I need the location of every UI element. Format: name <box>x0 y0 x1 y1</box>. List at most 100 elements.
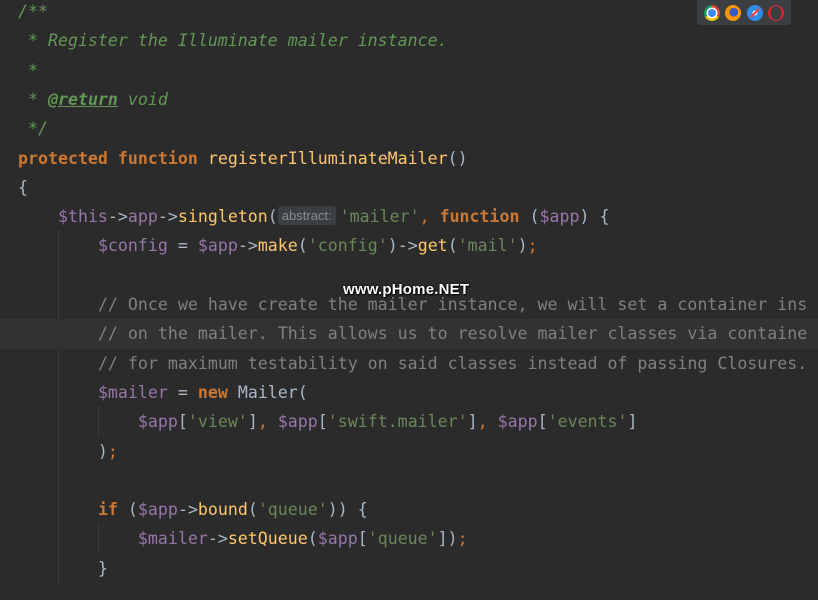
code-token: 'events' <box>547 412 628 432</box>
code-line[interactable]: { <box>0 173 818 202</box>
code-token: -> <box>237 236 258 256</box>
code-line[interactable]: $mailer = new Mailer( <box>0 378 818 407</box>
code-token: 'mailer' <box>339 207 420 227</box>
code-token: 'queue' <box>257 500 328 520</box>
browser-preview-bar <box>697 0 791 25</box>
code-token: } <box>18 558 108 578</box>
code-token: = <box>167 236 198 256</box>
code-token: ( <box>447 236 458 256</box>
opera-icon[interactable] <box>768 4 785 21</box>
code-token: @return <box>47 89 118 109</box>
code-token: -> <box>207 529 228 549</box>
code-token: () <box>447 148 468 168</box>
code-token: ; <box>457 529 468 549</box>
code-token: /** <box>18 2 48 21</box>
code-token: get <box>417 236 448 256</box>
code-token: $app <box>497 412 538 432</box>
code-token: 'mail' <box>457 236 518 256</box>
code-token: ]) <box>437 529 458 549</box>
code-token: )-> <box>387 236 418 256</box>
code-token: if <box>97 500 118 520</box>
code-token: $mailer <box>137 529 208 549</box>
code-line[interactable]: if ($app->bound('queue')) { <box>0 495 818 524</box>
code-token: [ <box>317 412 328 432</box>
code-token: ) <box>517 236 528 256</box>
code-token: registerIlluminateMailer <box>207 148 448 168</box>
code-token: [ <box>537 412 548 432</box>
code-line[interactable]: // on the mailer. This allows us to reso… <box>0 319 818 349</box>
watermark: www.pHome.NET <box>343 281 470 298</box>
code-token: singleton <box>177 207 268 227</box>
code-line[interactable]: /** <box>0 0 818 26</box>
code-token: $app <box>539 207 580 227</box>
code-token: ( <box>519 207 540 227</box>
code-line[interactable] <box>0 466 818 495</box>
code-token: )) { <box>327 500 368 520</box>
code-token: * Register the Illuminate mailer instanc… <box>18 31 448 51</box>
code-line[interactable]: */ <box>0 114 818 143</box>
code-token: ] <box>247 412 258 432</box>
code-token: * <box>18 60 38 80</box>
code-token: ( <box>247 500 258 520</box>
code-token: ; <box>107 441 118 461</box>
parameter-hint: abstract: <box>277 206 336 226</box>
code-token: , <box>257 412 278 432</box>
code-token: [ <box>177 412 188 432</box>
code-token: $mailer <box>97 382 168 402</box>
code-token: -> <box>157 207 178 227</box>
code-line[interactable]: $config = $app->make('config')->get('mai… <box>0 231 818 260</box>
code-token: -> <box>177 500 198 520</box>
code-token: protected <box>18 148 108 168</box>
code-token: ) <box>18 441 108 461</box>
code-token: { <box>18 177 28 197</box>
code-token: -> <box>107 207 128 227</box>
code-token: $app <box>137 412 178 432</box>
code-token: // for maximum testability on said class… <box>97 353 808 373</box>
code-line[interactable]: * @return void <box>0 85 818 114</box>
firefox-icon[interactable] <box>725 4 742 21</box>
code-token: void <box>117 89 168 109</box>
code-token: ( <box>117 500 138 520</box>
code-token: ( <box>267 207 278 227</box>
code-token: = <box>167 382 198 402</box>
code-line[interactable]: // for maximum testability on said class… <box>0 349 818 378</box>
code-token: make <box>257 236 298 256</box>
code-token: 'queue' <box>367 529 438 549</box>
code-token: [ <box>357 529 368 549</box>
code-token: , <box>419 207 440 227</box>
safari-icon[interactable] <box>746 4 763 21</box>
code-line[interactable]: $this->app->singleton(abstract:'mailer',… <box>0 202 818 231</box>
code-token: $app <box>277 412 318 432</box>
chrome-icon[interactable] <box>703 4 720 21</box>
code-editor[interactable]: /** * Register the Illuminate mailer ins… <box>0 0 818 600</box>
code-token: ( <box>307 529 318 549</box>
code-line[interactable]: * Register the Illuminate mailer instanc… <box>0 26 818 55</box>
code-token: $config <box>97 236 168 256</box>
code-token: ( <box>297 236 308 256</box>
code-line[interactable]: $mailer->setQueue($app['queue']); <box>0 524 818 553</box>
code-line[interactable]: } <box>0 554 818 583</box>
code-line[interactable]: ); <box>0 437 818 466</box>
code-token: function <box>439 207 520 227</box>
code-token: // on the mailer. This allows us to reso… <box>97 324 808 344</box>
code-token: , <box>477 412 498 432</box>
code-token: 'swift.mailer' <box>327 412 468 432</box>
code-token: app <box>127 207 158 227</box>
code-line[interactable]: $app['view'], $app['swift.mailer'], $app… <box>0 407 818 436</box>
code-token: */ <box>18 119 48 139</box>
code-token: 'view' <box>187 412 248 432</box>
code-token: setQueue <box>227 529 308 549</box>
code-line[interactable]: * <box>0 56 818 85</box>
code-line[interactable]: protected function registerIlluminateMai… <box>0 144 818 173</box>
code-token: new <box>197 382 228 402</box>
